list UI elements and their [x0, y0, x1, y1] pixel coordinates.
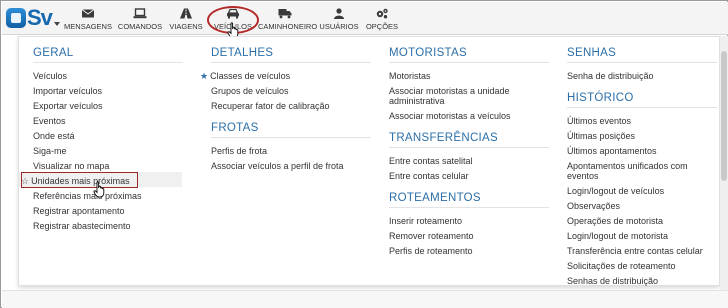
section-divider	[389, 147, 549, 148]
nav-label: COMANDOS	[117, 22, 163, 31]
menu-item-associar-motoristas-veiculos[interactable]: Associar motoristas a veículos	[389, 109, 549, 124]
nav-label: MENSAGENS	[64, 22, 112, 31]
menu-item-eventos[interactable]: Eventos	[33, 114, 183, 129]
menu-item-perfis-de-frota[interactable]: Perfis de frota	[211, 144, 371, 159]
hand-cursor-icon	[93, 181, 105, 198]
menu-item-remover-roteamento[interactable]: Remover roteamento	[389, 229, 549, 244]
logo-cube-icon	[6, 8, 26, 28]
user-icon	[334, 8, 344, 19]
menu-item-entre-contas-celular[interactable]: Entre contas celular	[389, 169, 549, 184]
menu-item-entre-contas-satelital[interactable]: Entre contas satelital	[389, 154, 549, 169]
vehicles-mega-menu: GERAL Veículos Importar veículos Exporta…	[18, 36, 720, 286]
menu-item-registrar-abastecimento[interactable]: Registrar abastecimento	[33, 219, 183, 234]
menu-item-onde-esta[interactable]: Onde está	[33, 129, 183, 144]
menu-item-login-logout-motorista[interactable]: Login/logout de motorista	[567, 229, 717, 244]
section-title-senhas: SENHAS	[567, 47, 617, 59]
menu-section-detalhes: DETALHES ★ Classes de veículos Grupos de …	[200, 47, 371, 174]
menu-item-transferencia-entre-contas-celular[interactable]: Transferência entre contas celular	[567, 244, 717, 259]
section-title-roteamentos: ROTEAMENTOS	[389, 192, 481, 204]
nav-caminhoneiro[interactable]: CAMINHONEIRO	[258, 2, 318, 35]
menu-item-solicitacoes-de-roteamento[interactable]: Solicitações de roteamento	[567, 259, 717, 274]
section-divider	[389, 207, 549, 208]
menu-item-veiculos[interactable]: Veículos	[33, 69, 183, 84]
nav-label: CAMINHONEIRO	[258, 22, 318, 31]
menu-item-apontamentos-unificados[interactable]: Apontamentos unificados com eventos	[567, 159, 707, 184]
app-window: Sv MENSAGENS COMANDOS VIAGENS CAMINHONEI…	[0, 0, 728, 308]
scrollbar-thumb[interactable]	[721, 51, 727, 181]
truck-icon	[278, 9, 292, 19]
logo-dropdown-caret-icon	[54, 22, 60, 26]
section-divider	[211, 137, 371, 138]
nav-label: VIAGENS	[169, 22, 203, 31]
menu-item-referencias-mais-proximas[interactable]: Referências mais próximas	[33, 189, 183, 204]
menu-item-associar-motoristas-unidade[interactable]: Associar motoristas a unidade administra…	[389, 84, 539, 109]
menu-item-observacoes[interactable]: Observações	[567, 199, 717, 214]
menu-item-classes-de-veiculos[interactable]: ★ Classes de veículos	[200, 69, 371, 84]
nav-usuarios[interactable]: USUÁRIOS	[318, 2, 360, 35]
app-logo[interactable]: Sv	[6, 5, 60, 32]
menu-item-grupos-de-veiculos[interactable]: Grupos de veículos	[211, 84, 371, 99]
road-icon	[180, 8, 192, 19]
section-divider	[567, 107, 717, 108]
nav-label: OPÇÕES	[365, 22, 399, 31]
menu-item-inserir-roteamento[interactable]: Inserir roteamento	[389, 214, 549, 229]
menu-item-ultimos-apontamentos[interactable]: Últimos apontamentos	[567, 144, 717, 159]
menu-item-motoristas[interactable]: Motoristas	[389, 69, 549, 84]
gears-icon	[376, 8, 388, 19]
nav-mensagens[interactable]: MENSAGENS	[64, 2, 112, 35]
menu-section-geral: GERAL Veículos Importar veículos Exporta…	[21, 47, 183, 234]
nav-viagens[interactable]: VIAGENS	[166, 2, 206, 35]
section-title-motoristas: MOTORISTAS	[389, 47, 467, 59]
menu-item-senha-de-distribuicao[interactable]: Senha de distribuição	[567, 69, 717, 84]
envelope-icon	[81, 9, 95, 18]
menu-item-siga-me[interactable]: Siga-me	[33, 144, 183, 159]
menu-item-registrar-apontamento[interactable]: Registrar apontamento	[33, 204, 183, 219]
section-title-geral: GERAL	[33, 47, 74, 59]
menu-item-senhas-de-distribuicao[interactable]: Senhas de distribuição	[567, 274, 717, 289]
background-table-strip	[2, 290, 728, 308]
menu-item-recuperar-fator-de-calibracao[interactable]: Recuperar fator de calibração	[211, 99, 371, 114]
section-title-frotas: FROTAS	[211, 122, 259, 134]
logo-text: Sv	[27, 5, 53, 30]
menu-item-perfis-de-roteamento[interactable]: Perfis de roteamento	[389, 244, 549, 259]
nav-label: USUÁRIOS	[319, 22, 359, 31]
section-divider	[567, 62, 717, 63]
section-divider	[211, 62, 371, 63]
menu-item-operacoes-de-motorista[interactable]: Operações de motorista	[567, 214, 717, 229]
star-filled-icon[interactable]: ★	[200, 71, 208, 81]
menu-section-motoristas: MOTORISTAS Motoristas Associar motorista…	[389, 47, 549, 259]
nav-comandos[interactable]: COMANDOS	[116, 2, 164, 35]
section-title-detalhes: DETALHES	[211, 47, 274, 59]
section-title-transferencias: TRANSFERÊNCIAS	[389, 132, 498, 144]
menu-item-label: Classes de veículos	[210, 71, 291, 81]
menu-item-login-logout-veiculos[interactable]: Login/logout de veículos	[567, 184, 717, 199]
section-divider	[33, 62, 183, 63]
menu-item-ultimas-posicoes[interactable]: Últimas posições	[567, 129, 717, 144]
menu-item-exportar-veiculos[interactable]: Exportar veículos	[33, 99, 183, 114]
top-navbar: Sv MENSAGENS COMANDOS VIAGENS CAMINHONEI…	[2, 2, 728, 39]
menu-item-ultimos-eventos[interactable]: Últimos eventos	[567, 114, 717, 129]
menu-item-associar-veiculos-a-perfil-de-frota[interactable]: Associar veículos a perfil de frota	[211, 159, 371, 174]
highlight-annotation-box	[21, 172, 138, 188]
menu-item-importar-veiculos[interactable]: Importar veículos	[33, 84, 183, 99]
section-title-historico: HISTÓRICO	[567, 92, 634, 104]
menu-section-senhas: SENHAS Senha de distribuição HISTÓRICO Ú…	[567, 47, 717, 289]
section-divider	[389, 62, 549, 63]
nav-opcoes[interactable]: OPÇÕES	[364, 2, 400, 35]
laptop-icon	[133, 8, 147, 19]
